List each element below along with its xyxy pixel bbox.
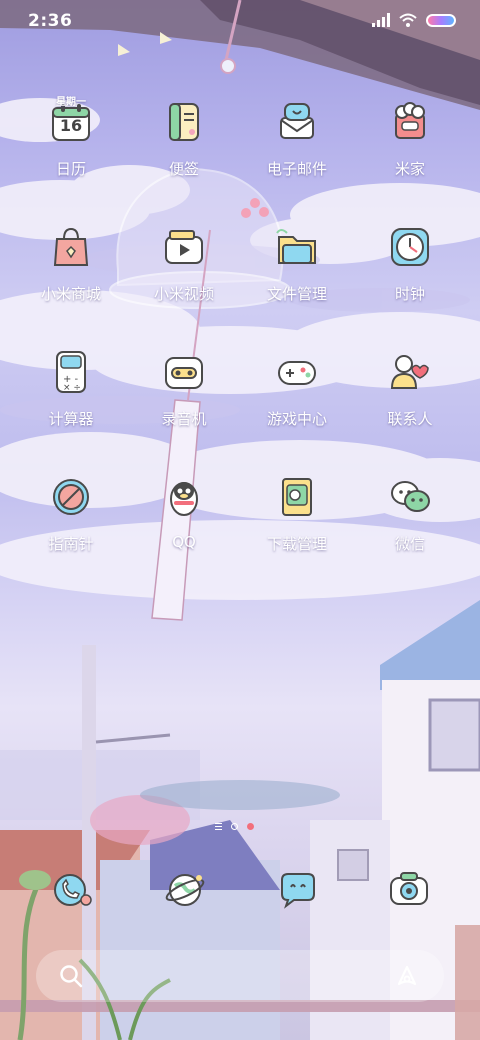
app-clock[interactable]: 时钟 — [354, 225, 466, 335]
gamepad-icon — [275, 350, 319, 394]
recorder-icon — [162, 350, 206, 394]
app-mi-video[interactable]: 小米视频 — [128, 225, 240, 335]
contacts-icon — [388, 350, 432, 394]
app-label: 微信 — [394, 535, 425, 553]
download-icon — [275, 475, 319, 519]
calendar-icon: 星期一 16 — [49, 97, 93, 144]
wifi-icon — [399, 13, 417, 27]
status-icons — [372, 13, 456, 27]
messages-icon — [281, 873, 315, 909]
app-calendar[interactable]: 星期一 16 日历 — [15, 97, 127, 210]
svg-text:× ÷: × ÷ — [63, 383, 81, 393]
app-notes[interactable]: 便签 — [128, 100, 240, 210]
app-label: 便签 — [168, 160, 199, 178]
clock-icon — [388, 225, 432, 269]
page-indicator[interactable] — [215, 823, 254, 830]
compass-icon — [49, 475, 93, 519]
app-label: 计算器 — [48, 410, 94, 428]
app-file-manager[interactable]: 文件管理 — [241, 225, 353, 335]
app-label: 米家 — [394, 160, 425, 178]
app-contacts[interactable]: 联系人 — [354, 350, 466, 460]
app-label: 时钟 — [394, 285, 425, 303]
app-label: 游戏中心 — [266, 410, 327, 428]
app-label: 日历 — [55, 160, 86, 178]
wechat-icon — [388, 475, 432, 519]
qq-penguin-icon — [162, 475, 206, 519]
assistant-icon[interactable] — [394, 963, 420, 989]
app-label: QQ — [172, 533, 196, 551]
shopping-bag-icon — [49, 225, 93, 269]
app-label: 文件管理 — [266, 285, 327, 303]
app-label: 联系人 — [387, 410, 433, 428]
app-label: 小米视频 — [153, 285, 214, 303]
page-dot-active — [247, 823, 254, 830]
app-recorder[interactable]: 录音机 — [128, 350, 240, 460]
app-qq[interactable]: QQ — [128, 475, 240, 585]
app-label: 指南针 — [48, 535, 94, 553]
calendar-date: 16 — [59, 116, 83, 135]
camera-icon — [390, 872, 428, 905]
app-calculator[interactable]: + - × ÷ 计算器 — [15, 350, 127, 460]
app-label: 小米商城 — [40, 285, 101, 303]
app-compass[interactable]: 指南针 — [15, 475, 127, 585]
dock-messages[interactable] — [276, 868, 320, 912]
search-icon[interactable] — [58, 963, 84, 989]
dock-camera[interactable] — [387, 868, 431, 912]
battery-icon — [426, 13, 456, 27]
app-label: 电子邮件 — [266, 160, 327, 178]
dock-phone[interactable] — [50, 868, 94, 912]
app-game-center[interactable]: 游戏中心 — [241, 350, 353, 460]
page-dot — [231, 823, 238, 830]
dock-browser[interactable] — [163, 868, 207, 912]
calendar-weekday: 星期一 — [56, 97, 86, 108]
page-indicator-menu — [215, 823, 222, 830]
app-wechat[interactable]: 微信 — [354, 475, 466, 585]
app-label: 录音机 — [161, 410, 207, 428]
search-bar[interactable] — [36, 950, 444, 1002]
mijia-icon — [388, 100, 432, 144]
app-mijia[interactable]: 米家 — [354, 100, 466, 210]
app-email[interactable]: 电子邮件 — [241, 100, 353, 210]
status-time: 2:36 — [28, 11, 73, 31]
app-download-manager[interactable]: 下载管理 — [241, 475, 353, 585]
folder-icon — [275, 225, 319, 269]
app-mi-store[interactable]: 小米商城 — [15, 225, 127, 335]
calculator-icon: + - × ÷ — [49, 350, 93, 394]
phone-icon — [54, 874, 92, 906]
notes-icon — [162, 100, 206, 144]
app-label: 下载管理 — [266, 535, 327, 553]
video-icon — [162, 225, 206, 269]
browser-icon — [165, 874, 205, 906]
email-icon — [275, 100, 319, 144]
status-bar: 2:36 — [0, 0, 480, 44]
signal-icon — [372, 13, 390, 27]
